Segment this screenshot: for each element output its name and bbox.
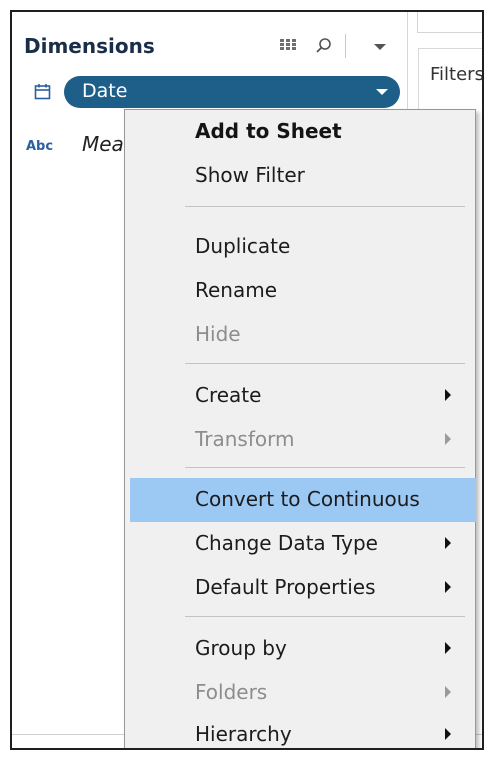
submenu-arrow-icon <box>445 642 451 654</box>
menu-item-label: Folders <box>195 680 268 704</box>
menu-item-transform: Transform <box>125 418 475 462</box>
string-type-icon: Abc <box>26 139 54 154</box>
menu-item-hide: Hide <box>125 313 475 357</box>
menu-item-default-properties[interactable]: Default Properties <box>125 566 475 610</box>
submenu-arrow-icon <box>445 581 451 593</box>
menu-item-label: Add to Sheet <box>195 119 342 143</box>
dimensions-title: Dimensions <box>24 34 155 58</box>
date-field-pill[interactable]: Date <box>64 76 400 108</box>
header-divider <box>345 34 346 58</box>
submenu-arrow-icon <box>445 728 451 740</box>
menu-item-label: Group by <box>195 636 287 660</box>
menu-item-label: Default Properties <box>195 575 376 599</box>
window-frame: Filters s oi ai Dimensions Date Abc Mea <box>10 10 484 750</box>
date-field-label: Date <box>82 80 128 102</box>
measure-field-label[interactable]: Mea <box>82 132 124 156</box>
menu-item-add-to-sheet[interactable]: Add to Sheet <box>125 110 475 154</box>
menu-item-hierarchy[interactable]: Hierarchy <box>125 713 475 748</box>
menu-item-folders: Folders <box>125 671 475 715</box>
menu-separator <box>185 616 465 617</box>
menu-item-group-by[interactable]: Group by <box>125 627 475 671</box>
menu-item-label: Convert to Continuous <box>195 487 420 511</box>
menu-item-label: Hierarchy <box>195 722 292 746</box>
submenu-arrow-icon <box>445 537 451 549</box>
menu-item-label: Rename <box>195 278 278 302</box>
menu-item-label: Transform <box>195 427 295 451</box>
menu-separator <box>185 206 465 207</box>
menu-item-label: Change Data Type <box>195 531 378 555</box>
chevron-down-icon[interactable] <box>374 44 386 50</box>
menu-item-label: Create <box>195 383 262 407</box>
menu-separator <box>185 363 465 364</box>
menu-separator <box>185 467 465 468</box>
menu-item-label: Hide <box>195 322 241 346</box>
grid-view-icon[interactable] <box>280 39 297 51</box>
context-menu: Add to Sheet Show Filter Duplicate Renam… <box>124 109 476 748</box>
search-icon[interactable] <box>314 36 334 56</box>
worksheet-toolbar <box>417 12 482 33</box>
submenu-arrow-icon <box>445 686 451 698</box>
menu-item-convert-to-continuous[interactable]: Convert to Continuous <box>130 478 476 522</box>
menu-item-label: Duplicate <box>195 234 291 258</box>
menu-item-create[interactable]: Create <box>125 374 475 418</box>
submenu-arrow-icon <box>445 389 451 401</box>
filters-shelf-label: Filters <box>430 64 484 85</box>
submenu-arrow-icon <box>445 433 451 445</box>
menu-item-change-data-type[interactable]: Change Data Type <box>125 522 475 566</box>
menu-item-duplicate[interactable]: Duplicate <box>125 225 475 269</box>
menu-item-label: Show Filter <box>195 163 305 187</box>
menu-item-show-filter[interactable]: Show Filter <box>125 154 475 198</box>
calendar-icon <box>34 84 51 100</box>
chevron-down-icon[interactable] <box>376 89 388 95</box>
menu-item-rename[interactable]: Rename <box>125 269 475 313</box>
